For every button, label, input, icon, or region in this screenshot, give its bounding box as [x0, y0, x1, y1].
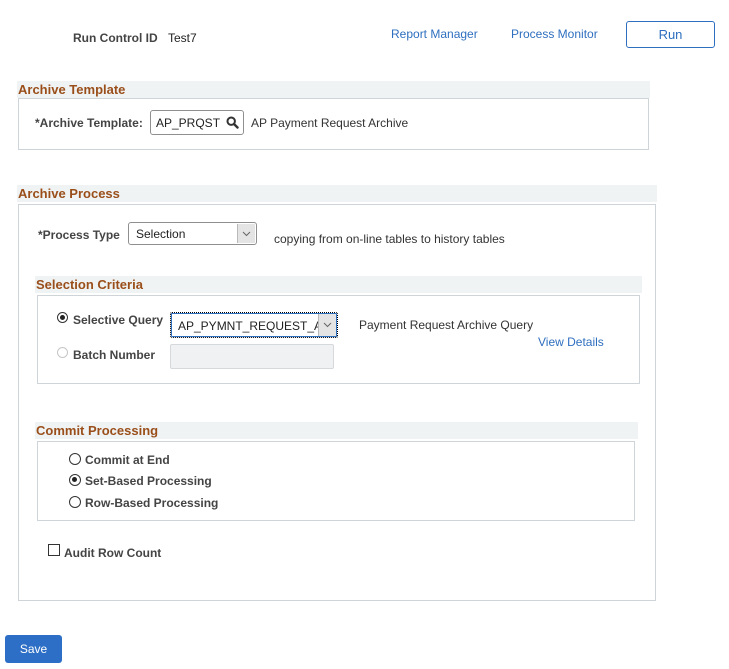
commit-processing-section-header: Commit Processing [35, 422, 638, 439]
selection-criteria-section-header: Selection Criteria [35, 276, 642, 293]
save-button[interactable]: Save [5, 635, 62, 663]
row-based-processing-radio[interactable] [69, 496, 81, 508]
archive-template-label: *Archive Template: [35, 116, 143, 130]
batch-number-input[interactable] [170, 344, 334, 369]
archive-process-section-header: Archive Process [17, 185, 657, 202]
selective-query-radio[interactable] [57, 312, 68, 323]
run-control-id-value: Test7 [168, 31, 197, 45]
process-type-label: *Process Type [38, 228, 120, 242]
selective-query-label: Selective Query [73, 313, 163, 327]
archive-template-section-header: Archive Template [17, 81, 650, 98]
search-icon[interactable] [226, 116, 239, 132]
batch-number-radio[interactable] [57, 347, 68, 358]
chevron-down-icon[interactable] [237, 224, 255, 243]
run-button[interactable]: Run [626, 21, 715, 48]
selective-query-select[interactable]: AP_PYMNT_REQUEST_A [170, 312, 338, 338]
commit-at-end-radio[interactable] [69, 453, 81, 465]
set-based-processing-radio[interactable] [69, 474, 81, 486]
chevron-down-icon[interactable] [318, 314, 336, 336]
archive-template-input[interactable]: AP_PRQST [150, 110, 244, 135]
set-based-processing-label: Set-Based Processing [85, 474, 212, 488]
commit-at-end-label: Commit at End [85, 453, 170, 467]
process-type-value: Selection [136, 227, 185, 241]
process-type-select[interactable]: Selection [128, 222, 257, 245]
process-monitor-link[interactable]: Process Monitor [511, 27, 598, 41]
archive-template-description: AP Payment Request Archive [251, 116, 408, 130]
query-description: Payment Request Archive Query [359, 318, 533, 332]
row-based-processing-label: Row-Based Processing [85, 496, 218, 510]
archive-template-value: AP_PRQST [156, 116, 220, 130]
view-details-link[interactable]: View Details [538, 335, 604, 349]
audit-row-count-label: Audit Row Count [64, 546, 161, 560]
process-type-description: copying from on-line tables to history t… [274, 232, 505, 246]
selective-query-value: AP_PYMNT_REQUEST_A [178, 319, 321, 333]
audit-row-count-checkbox[interactable] [48, 544, 60, 556]
archive-process-group [18, 204, 656, 601]
run-control-id-label: Run Control ID [73, 31, 158, 45]
report-manager-link[interactable]: Report Manager [391, 27, 478, 41]
batch-number-label: Batch Number [73, 348, 155, 362]
